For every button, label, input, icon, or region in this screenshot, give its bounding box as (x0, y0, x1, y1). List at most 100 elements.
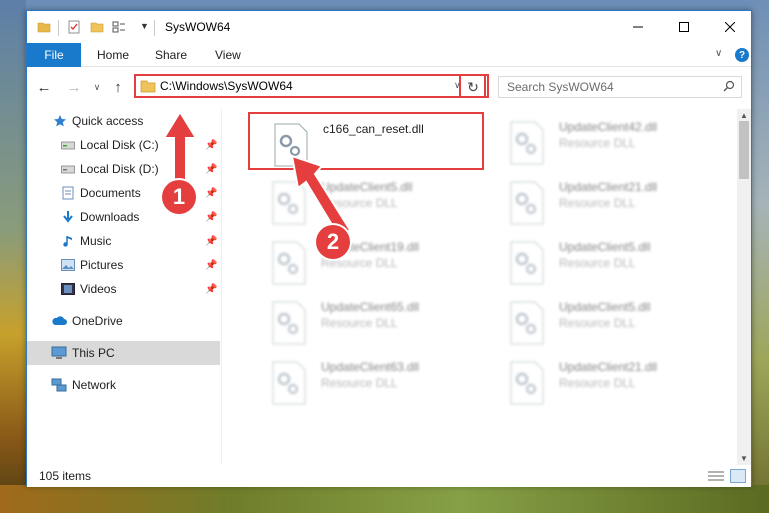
file-tile[interactable]: UpdateClient5.dll Resource DLL (248, 172, 484, 230)
music-icon (60, 233, 76, 249)
address-bar[interactable]: C:\Windows\SysWOW64 ∨ (134, 74, 486, 98)
window-title: SysWOW64 (165, 20, 231, 34)
file-type: Resource DLL (559, 256, 636, 270)
pin-icon[interactable]: 📌 (205, 188, 217, 199)
file-name: UpdateClient65.dll (321, 300, 420, 314)
pin-icon[interactable]: 📌 (205, 212, 217, 223)
desktop-background-left (0, 0, 26, 513)
file-name: UpdateClient21.dll (559, 180, 658, 194)
pin-icon[interactable]: 📌 (205, 236, 217, 247)
computer-icon (51, 345, 67, 361)
dll-file-icon (510, 301, 544, 345)
documents-icon (60, 185, 76, 201)
forward-button[interactable]: → (65, 78, 83, 96)
tab-home[interactable]: Home (97, 48, 129, 62)
sidebar-item-pictures[interactable]: Pictures 📌 (27, 253, 220, 277)
file-type: Resource DLL (559, 316, 636, 330)
toolbar-separator (58, 20, 59, 36)
file-tile[interactable]: UpdateClient65.dll Resource DLL (248, 292, 484, 350)
dll-file-icon (510, 361, 544, 405)
file-explorer-window: ▼ SysWOW64 File Home Share View ∨ ? ← → … (26, 10, 752, 487)
folder-icon (140, 80, 156, 93)
folder-icon[interactable] (37, 20, 51, 34)
file-tile[interactable]: UpdateClient5.dll Resource DLL (486, 292, 722, 350)
file-name: UpdateClient5.dll (559, 300, 651, 314)
search-placeholder: Search SysWOW64 (507, 80, 614, 94)
view-options-icon[interactable] (112, 20, 126, 34)
annotation-arrow-1 (162, 110, 198, 187)
pictures-icon (60, 257, 76, 273)
file-type: Resource DLL (321, 376, 398, 390)
scroll-up-icon[interactable]: ▲ (740, 111, 748, 120)
title-bar: ▼ SysWOW64 (27, 11, 751, 43)
sidebar-item-videos[interactable]: Videos 📌 (27, 277, 220, 301)
file-tile[interactable]: UpdateClient5.dll Resource DLL (486, 232, 722, 290)
pin-icon[interactable]: 📌 (205, 164, 217, 175)
search-input[interactable]: Search SysWOW64 (498, 76, 742, 98)
address-path[interactable]: C:\Windows\SysWOW64 (160, 79, 293, 93)
refresh-icon: ↻ (467, 78, 479, 95)
download-icon (60, 209, 76, 225)
tab-view[interactable]: View (215, 48, 241, 62)
sidebar-item-this-pc[interactable]: This PC (27, 341, 220, 365)
scroll-thumb[interactable] (739, 121, 749, 179)
help-icon[interactable]: ? (735, 48, 749, 62)
file-tile-highlighted[interactable]: c166_can_reset.dll (248, 112, 484, 170)
star-icon (52, 113, 68, 129)
videos-icon (60, 281, 76, 297)
file-tile[interactable]: UpdateClient42.dll Resource DLL (486, 112, 722, 170)
minimize-button[interactable] (615, 11, 661, 42)
file-type: Resource DLL (559, 376, 636, 390)
pin-icon[interactable]: 📌 (205, 140, 217, 151)
scroll-down-icon[interactable]: ▼ (740, 454, 748, 463)
annotation-badge-1: 1 (162, 180, 196, 214)
pin-icon[interactable]: 📌 (205, 260, 217, 271)
tab-share[interactable]: Share (155, 48, 187, 62)
properties-icon[interactable] (67, 20, 81, 34)
annotation-badge-2: 2 (316, 225, 350, 259)
file-tile[interactable]: UpdateClient63.dll Resource DLL (248, 352, 484, 410)
dll-file-icon (510, 121, 544, 165)
dll-file-icon (272, 361, 306, 405)
tab-file[interactable]: File (27, 43, 81, 67)
customize-toolbar-icon[interactable]: ▼ (140, 21, 149, 31)
maximize-button[interactable] (661, 11, 707, 42)
desktop-background-right (752, 0, 769, 513)
status-bar: 105 items (27, 465, 751, 487)
sidebar-item-music[interactable]: Music 📌 (27, 229, 220, 253)
sidebar-item-onedrive[interactable]: OneDrive (27, 309, 220, 333)
pane-divider[interactable] (221, 109, 222, 465)
up-button[interactable]: ↑ (109, 78, 127, 96)
file-type: Resource DLL (321, 316, 398, 330)
vertical-scrollbar[interactable]: ▲ ▼ (737, 109, 751, 465)
recent-locations-button[interactable]: ∨ (88, 78, 106, 96)
close-icon (725, 21, 735, 32)
file-name: UpdateClient42.dll (559, 120, 658, 134)
file-tile[interactable]: UpdateClient21.dll Resource DLL (486, 352, 722, 410)
details-view-icon[interactable] (708, 470, 724, 482)
file-name: UpdateClient5.dll (559, 240, 651, 254)
refresh-button[interactable]: ↻ (462, 76, 484, 98)
back-button[interactable]: ← (35, 78, 53, 96)
dll-file-icon (510, 241, 544, 285)
desktop-background-bottom (0, 485, 769, 513)
navigation-bar: ← → ∨ ↑ C:\Windows\SysWOW64 ∨ ↻ Search S… (27, 68, 751, 106)
close-button[interactable] (707, 11, 753, 42)
file-tile[interactable]: UpdateClient19.dll Resource DLL (248, 232, 484, 290)
sidebar-item-network[interactable]: Network (27, 373, 220, 397)
pin-icon[interactable]: 📌 (205, 284, 217, 295)
new-folder-icon[interactable] (90, 20, 104, 34)
dll-file-icon (510, 181, 544, 225)
drive-icon (60, 137, 76, 153)
file-type: Resource DLL (559, 136, 636, 150)
cloud-icon (51, 313, 67, 329)
dll-file-icon (272, 241, 306, 285)
item-count: 105 items (39, 469, 92, 483)
expand-ribbon-icon[interactable]: ∨ (715, 48, 722, 59)
large-icons-view-icon[interactable] (730, 469, 746, 483)
file-tile[interactable]: UpdateClient21.dll Resource DLL (486, 172, 722, 230)
maximize-icon (679, 21, 689, 32)
toolbar-separator (154, 20, 155, 36)
ribbon-tabs: File Home Share View ∨ ? (27, 43, 751, 67)
file-name: c166_can_reset.dll (323, 122, 424, 136)
